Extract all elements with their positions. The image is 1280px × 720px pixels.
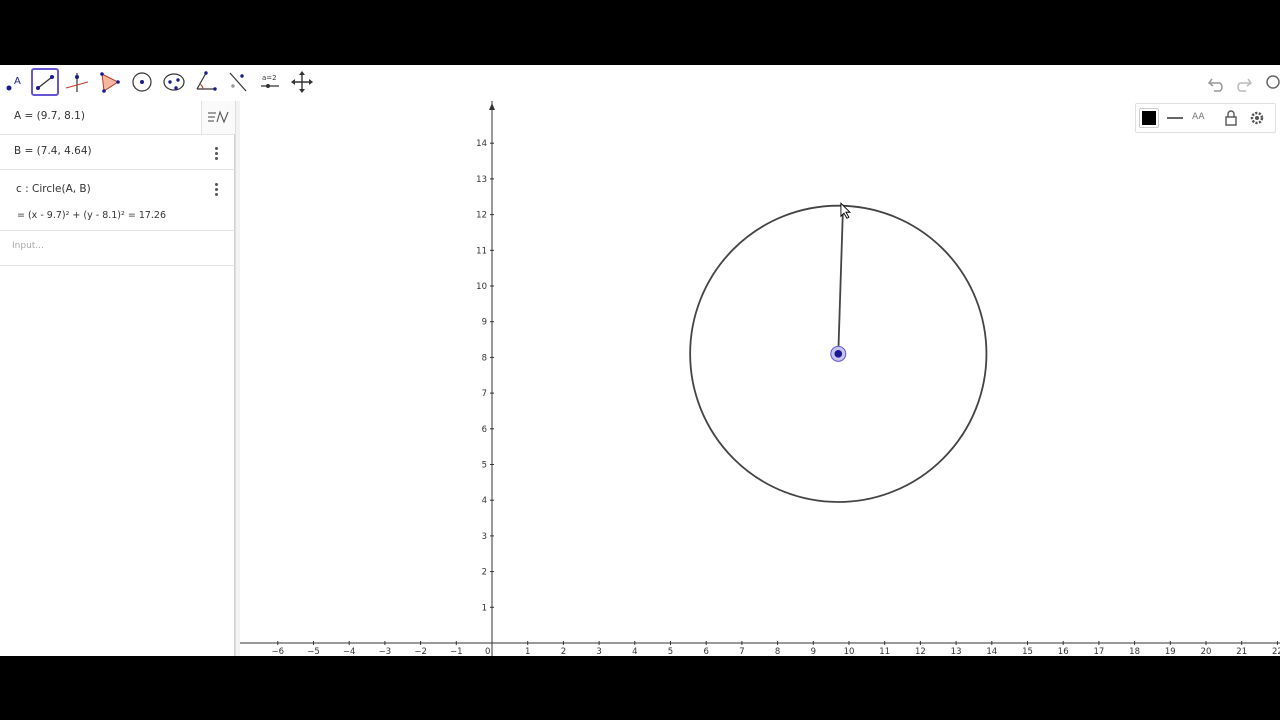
x-tick-label: 4 — [632, 647, 637, 656]
x-tick-label: 22 — [1272, 647, 1280, 656]
point-tool[interactable]: A — [1, 68, 29, 96]
algebra-row-c-value: = (x - 9.7)² + (y - 8.1)² = 17.26 — [17, 210, 167, 221]
x-tick-label: −2 — [414, 647, 427, 656]
x-tick-label: 16 — [1058, 647, 1069, 656]
graphics-canvas[interactable]: −6 −5 −4 −3 −2 −1 0 1 2 3 4 5 6 7 8 9 10 11 12 13 14 15 16 17 18… — [240, 101, 1280, 656]
reflect-tool[interactable] — [224, 68, 252, 96]
redo-button[interactable] — [1232, 73, 1254, 97]
circle-center-point-tool[interactable] — [128, 68, 156, 96]
x-tick-label: 0 — [485, 647, 490, 656]
perpendicular-line-tool[interactable] — [63, 68, 91, 96]
algebra-row-c[interactable]: c : Circle(A, B) = (x - 9.7)² + (y - 8.1… — [0, 170, 235, 231]
x-tick-label: −5 — [307, 647, 320, 656]
x-tick-label: −1 — [450, 647, 463, 656]
point-a[interactable] — [834, 350, 843, 358]
x-tick-label: −3 — [379, 647, 392, 656]
toolbar: A a=2 — [0, 65, 1280, 101]
y-tick-label: 6 — [482, 425, 487, 435]
algebra-input-row[interactable]: Input... — [0, 231, 235, 266]
ellipse-tool[interactable] — [160, 68, 188, 96]
y-tick-label: 3 — [482, 532, 487, 542]
x-tick-label: 11 — [879, 647, 890, 656]
x-tick-label: 19 — [1165, 647, 1176, 656]
y-tick-label: 2 — [482, 568, 487, 578]
x-tick-label: 9 — [811, 647, 816, 656]
x-tick-label: 10 — [844, 647, 855, 656]
row-c-menu-icon[interactable] — [215, 183, 219, 198]
y-tick-label: 10 — [476, 282, 487, 292]
x-tick-label: 1 — [525, 647, 530, 656]
x-tick-label: 3 — [596, 647, 601, 656]
x-tick-label: −4 — [343, 647, 356, 656]
lock-icon — [1225, 110, 1237, 126]
x-tick-label: 2 — [561, 647, 566, 656]
x-tick-label: −6 — [272, 647, 285, 656]
angle-tool[interactable] — [192, 68, 220, 96]
x-tick-label: 20 — [1201, 647, 1212, 656]
y-tick-label: 4 — [482, 496, 487, 506]
algebra-sort-button[interactable] — [201, 101, 235, 134]
settings-button[interactable] — [1247, 108, 1267, 128]
x-tick-label: 18 — [1129, 647, 1140, 656]
geogebra-app: A a=2 A = (9.7, 8.1) B = (7.4, 4.64) c:… — [0, 65, 1280, 656]
y-tick-label: 9 — [482, 318, 487, 328]
x-tick-label: 12 — [915, 647, 926, 656]
lock-button[interactable] — [1221, 108, 1241, 128]
segment-preview[interactable] — [837, 209, 844, 354]
y-tick-label: 13 — [476, 175, 487, 185]
slider-tool[interactable]: a=2 — [256, 68, 284, 96]
x-tick-label: 6 — [703, 647, 708, 656]
line-style-icon — [1167, 117, 1183, 119]
x-tick-label: 14 — [986, 647, 997, 656]
row-b-menu-icon[interactable] — [215, 147, 219, 162]
x-tick-label: 8 — [775, 647, 780, 656]
y-tick-label: 5 — [482, 461, 487, 471]
y-tick-label: 1 — [482, 603, 487, 613]
x-tick-label: 7 — [739, 647, 744, 656]
algebra-row-a-text: A = (9.7, 8.1) — [14, 110, 85, 122]
sort-icon — [208, 110, 229, 124]
x-tick-label: 21 — [1236, 647, 1247, 656]
algebra-view: A = (9.7, 8.1) B = (7.4, 4.64) c : Circl… — [0, 101, 235, 656]
x-tick-label: 5 — [668, 647, 673, 656]
search-button[interactable] — [1264, 73, 1280, 97]
polygon-tool[interactable] — [96, 68, 124, 96]
color-button[interactable] — [1139, 108, 1159, 128]
slider-tool-label: a=2 — [262, 74, 277, 82]
y-tick-label: 8 — [482, 353, 487, 363]
search-icon — [1266, 75, 1280, 89]
style-bar: AA — [1135, 103, 1276, 133]
undo-icon — [1207, 78, 1223, 92]
move-graphics-view-tool[interactable] — [288, 68, 316, 96]
point-tool-label: A — [14, 76, 21, 87]
x-tick-label: 17 — [1093, 647, 1104, 656]
y-tick-label: 12 — [476, 211, 487, 221]
x-tick-label: 15 — [1022, 647, 1033, 656]
algebra-row-c-definition: c : Circle(A, B) — [16, 183, 91, 195]
algebra-row-b-text: B = (7.4, 4.64) — [14, 145, 92, 157]
y-axis-arrow — [489, 103, 495, 110]
algebra-row-b[interactable]: B = (7.4, 4.64) — [0, 135, 235, 170]
gear-icon — [1250, 111, 1264, 125]
line-style-button[interactable] — [1165, 108, 1185, 128]
redo-icon — [1237, 78, 1253, 92]
undo-button[interactable] — [1206, 73, 1228, 97]
segment-tool[interactable] — [31, 68, 59, 96]
y-tick-label: 7 — [482, 389, 487, 399]
algebra-row-a[interactable]: A = (9.7, 8.1) — [0, 101, 235, 135]
y-tick-label: 14 — [476, 139, 487, 149]
graphics-view[interactable]: −6 −5 −4 −3 −2 −1 0 1 2 3 4 5 6 7 8 9 10 11 12 13 14 15 16 17 18… — [240, 101, 1280, 656]
x-tick-label: 13 — [951, 647, 962, 656]
y-tick-label: 11 — [476, 246, 487, 256]
algebra-input[interactable]: Input... — [12, 241, 44, 251]
text-size-label: AA — [1192, 112, 1205, 122]
color-swatch — [1142, 111, 1156, 125]
text-size-button[interactable]: AA — [1190, 108, 1210, 128]
